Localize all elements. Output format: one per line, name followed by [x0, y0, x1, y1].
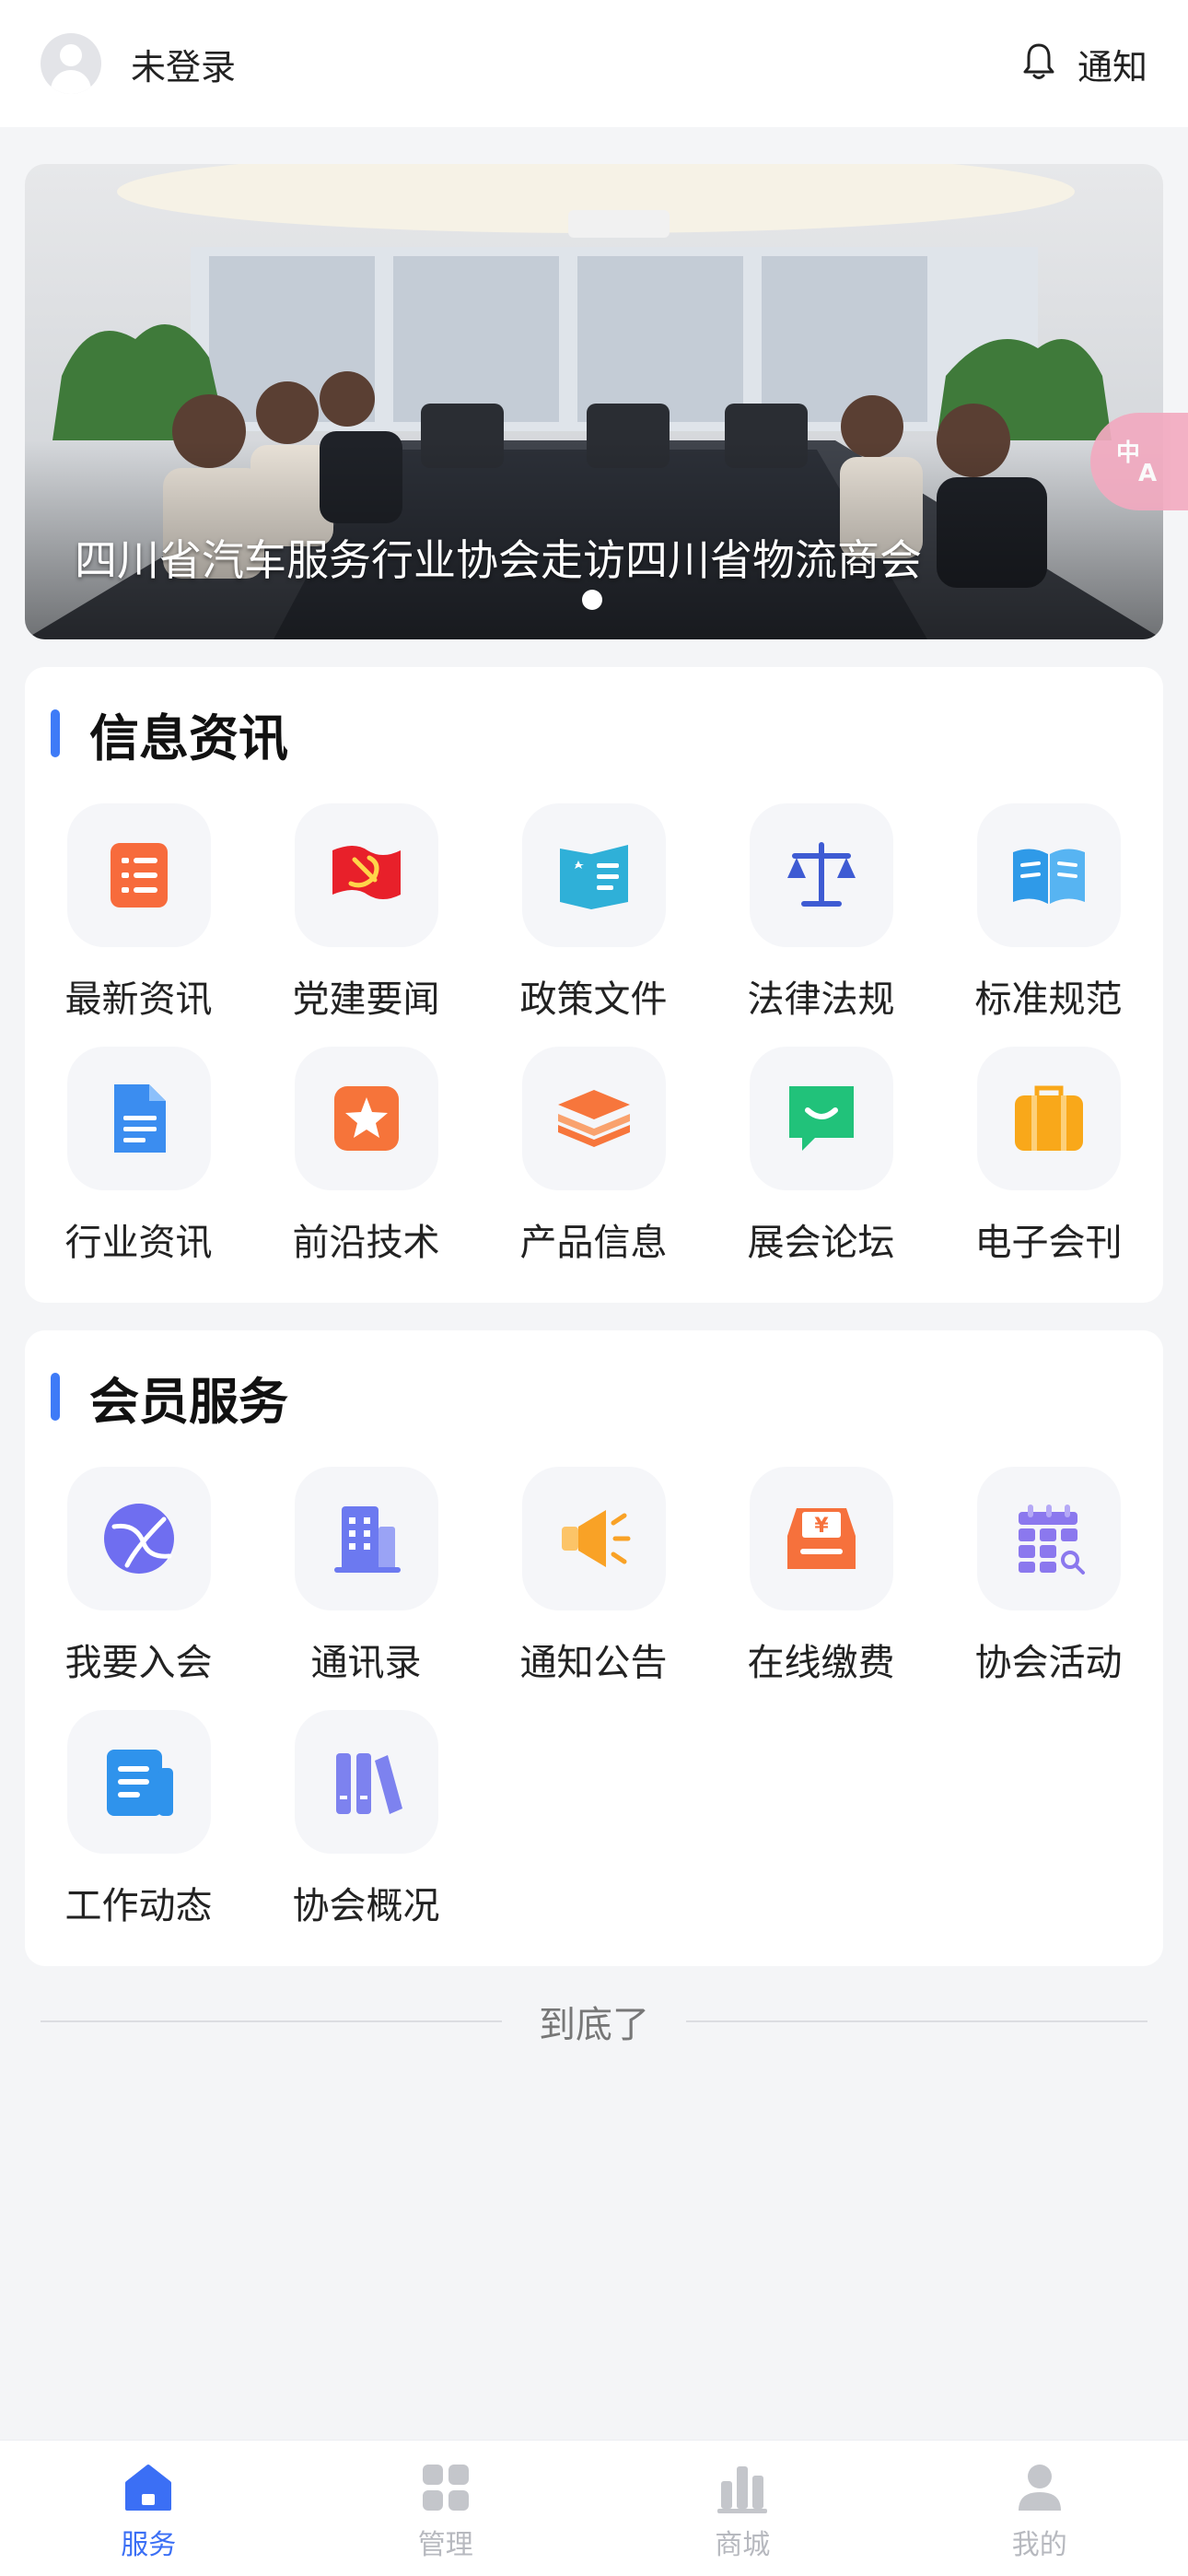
tab-label: 商城 [715, 2529, 771, 2561]
login-entry[interactable]: 未登录 [41, 33, 236, 94]
grid-item-laws[interactable]: 法律法规 [707, 803, 935, 1034]
building-icon [295, 1467, 438, 1610]
banner-caption[interactable]: 四川省汽车服务行业协会走访四川省物流商会 [75, 527, 1088, 588]
grid-item-label: 我要入会 [64, 1642, 213, 1684]
svg-text:中: 中 [1116, 439, 1140, 467]
star-badge-icon [295, 1047, 438, 1190]
grid-item-label: 通讯录 [310, 1642, 422, 1684]
grid-item-label: 政策文件 [519, 978, 668, 1021]
grid-item-label: 工作动态 [64, 1885, 213, 1927]
books-icon [295, 1710, 438, 1854]
grid-item-label: 通知公告 [519, 1642, 668, 1684]
member-services-section: 会员服务 我要入会 通讯录 通知公告 ¥ 在线缴费 协会活动 工作动态 协会概况 [25, 1330, 1163, 1966]
policy-book-icon [522, 803, 666, 947]
grid-item-label: 协会活动 [974, 1642, 1123, 1684]
grid-item-standards[interactable]: 标准规范 [935, 803, 1162, 1034]
grid-item-label: 电子会刊 [974, 1222, 1123, 1264]
tab-label: 管理 [417, 2529, 473, 2561]
scales-icon [750, 803, 893, 947]
chat-bubble-icon [750, 1047, 893, 1190]
news-icon [67, 1710, 211, 1854]
grid-item-label: 协会概况 [292, 1885, 440, 1927]
grid-item-expo-forum[interactable]: 展会论坛 [707, 1047, 935, 1277]
payment-box-icon: ¥ [750, 1467, 893, 1610]
translate-icon: 中A [1112, 433, 1166, 490]
grid-item-directory[interactable]: 通讯录 [252, 1467, 480, 1697]
divider-line [686, 2020, 1147, 2022]
grid-item-announcements[interactable]: 通知公告 [480, 1467, 707, 1697]
login-status-label[interactable]: 未登录 [131, 39, 236, 89]
calendar-grid-icon [977, 1467, 1121, 1610]
grid-item-label: 产品信息 [519, 1222, 668, 1264]
grid-item-label: 展会论坛 [747, 1222, 895, 1264]
grid-item-policy-docs[interactable]: 政策文件 [480, 803, 707, 1034]
grid-item-activities[interactable]: 协会活动 [935, 1467, 1162, 1697]
grid-item-label: 在线缴费 [747, 1642, 895, 1684]
grid-item-label: 法律法规 [747, 978, 895, 1021]
grid-item-frontier-tech[interactable]: 前沿技术 [252, 1047, 480, 1277]
globe-icon [67, 1467, 211, 1610]
svg-text:A: A [1138, 460, 1157, 486]
carousel-indicator-dot[interactable] [582, 590, 602, 610]
svg-text:¥: ¥ [814, 1515, 829, 1538]
party-flag-icon [295, 803, 438, 947]
top-header: 未登录 通知 [0, 0, 1188, 127]
tab-service[interactable]: 服务 [0, 2441, 297, 2576]
grid-item-latest-news[interactable]: 最新资讯 [25, 803, 252, 1034]
grid-item-label: 标准规范 [974, 978, 1123, 1021]
translate-button[interactable]: 中A [1090, 413, 1188, 510]
megaphone-icon [522, 1467, 666, 1610]
tab-label: 服务 [121, 2529, 177, 2561]
member-grid: 我要入会 通讯录 通知公告 ¥ 在线缴费 协会活动 工作动态 协会概况 [25, 1330, 1163, 1966]
grid-item-label: 前沿技术 [292, 1222, 440, 1264]
end-of-list-text: 到底了 [539, 2004, 649, 2046]
list-document-icon [67, 803, 211, 947]
tab-label: 我的 [1011, 2529, 1067, 2561]
grid-item-overview[interactable]: 协会概况 [252, 1710, 480, 1940]
grid-item-label: 党建要闻 [292, 978, 440, 1021]
briefcase-icon [977, 1047, 1121, 1190]
tab-manage[interactable]: 管理 [297, 2441, 595, 2576]
open-book-icon [977, 803, 1121, 947]
news-banner-carousel[interactable]: 四川省汽车服务行业协会走访四川省物流商会 [25, 164, 1163, 639]
end-of-list-divider: 到底了 [41, 1999, 1147, 2046]
info-news-section: 信息资讯 最新资讯 党建要闻 政策文件 法律法规 标准规范 行业资讯 前沿技术 … [25, 667, 1163, 1303]
bell-icon [1020, 41, 1057, 86]
grid-item-join[interactable]: 我要入会 [25, 1467, 252, 1697]
info-grid: 最新资讯 党建要闻 政策文件 法律法规 标准规范 行业资讯 前沿技术 产品信息 … [25, 667, 1163, 1303]
avatar[interactable] [41, 33, 101, 94]
grid-item-e-journal[interactable]: 电子会刊 [935, 1047, 1162, 1277]
bottom-tab-bar: 服务 管理 商城 我的 [0, 2440, 1188, 2576]
grid-item-label: 行业资讯 [64, 1222, 213, 1264]
tab-mine[interactable]: 我的 [891, 2441, 1188, 2576]
tab-mall[interactable]: 商城 [594, 2441, 891, 2576]
grid-item-label: 最新资讯 [64, 978, 213, 1021]
notification-label: 通知 [1077, 46, 1147, 88]
layers-icon [522, 1047, 666, 1190]
grid-item-party-news[interactable]: 党建要闻 [252, 803, 480, 1034]
grid-item-product-info[interactable]: 产品信息 [480, 1047, 707, 1277]
grid-item-online-payment[interactable]: ¥ 在线缴费 [707, 1467, 935, 1697]
notification-button[interactable]: 通知 [1020, 39, 1147, 89]
grid-item-work-updates[interactable]: 工作动态 [25, 1710, 252, 1940]
grid-item-industry-news[interactable]: 行业资讯 [25, 1047, 252, 1277]
file-document-icon [67, 1047, 211, 1190]
app-screen: 未登录 通知 四川省汽车服务行业协会走访四川省物流商会 中 A 信息资讯 最新资… [0, 0, 1188, 2576]
divider-line [41, 2020, 502, 2022]
